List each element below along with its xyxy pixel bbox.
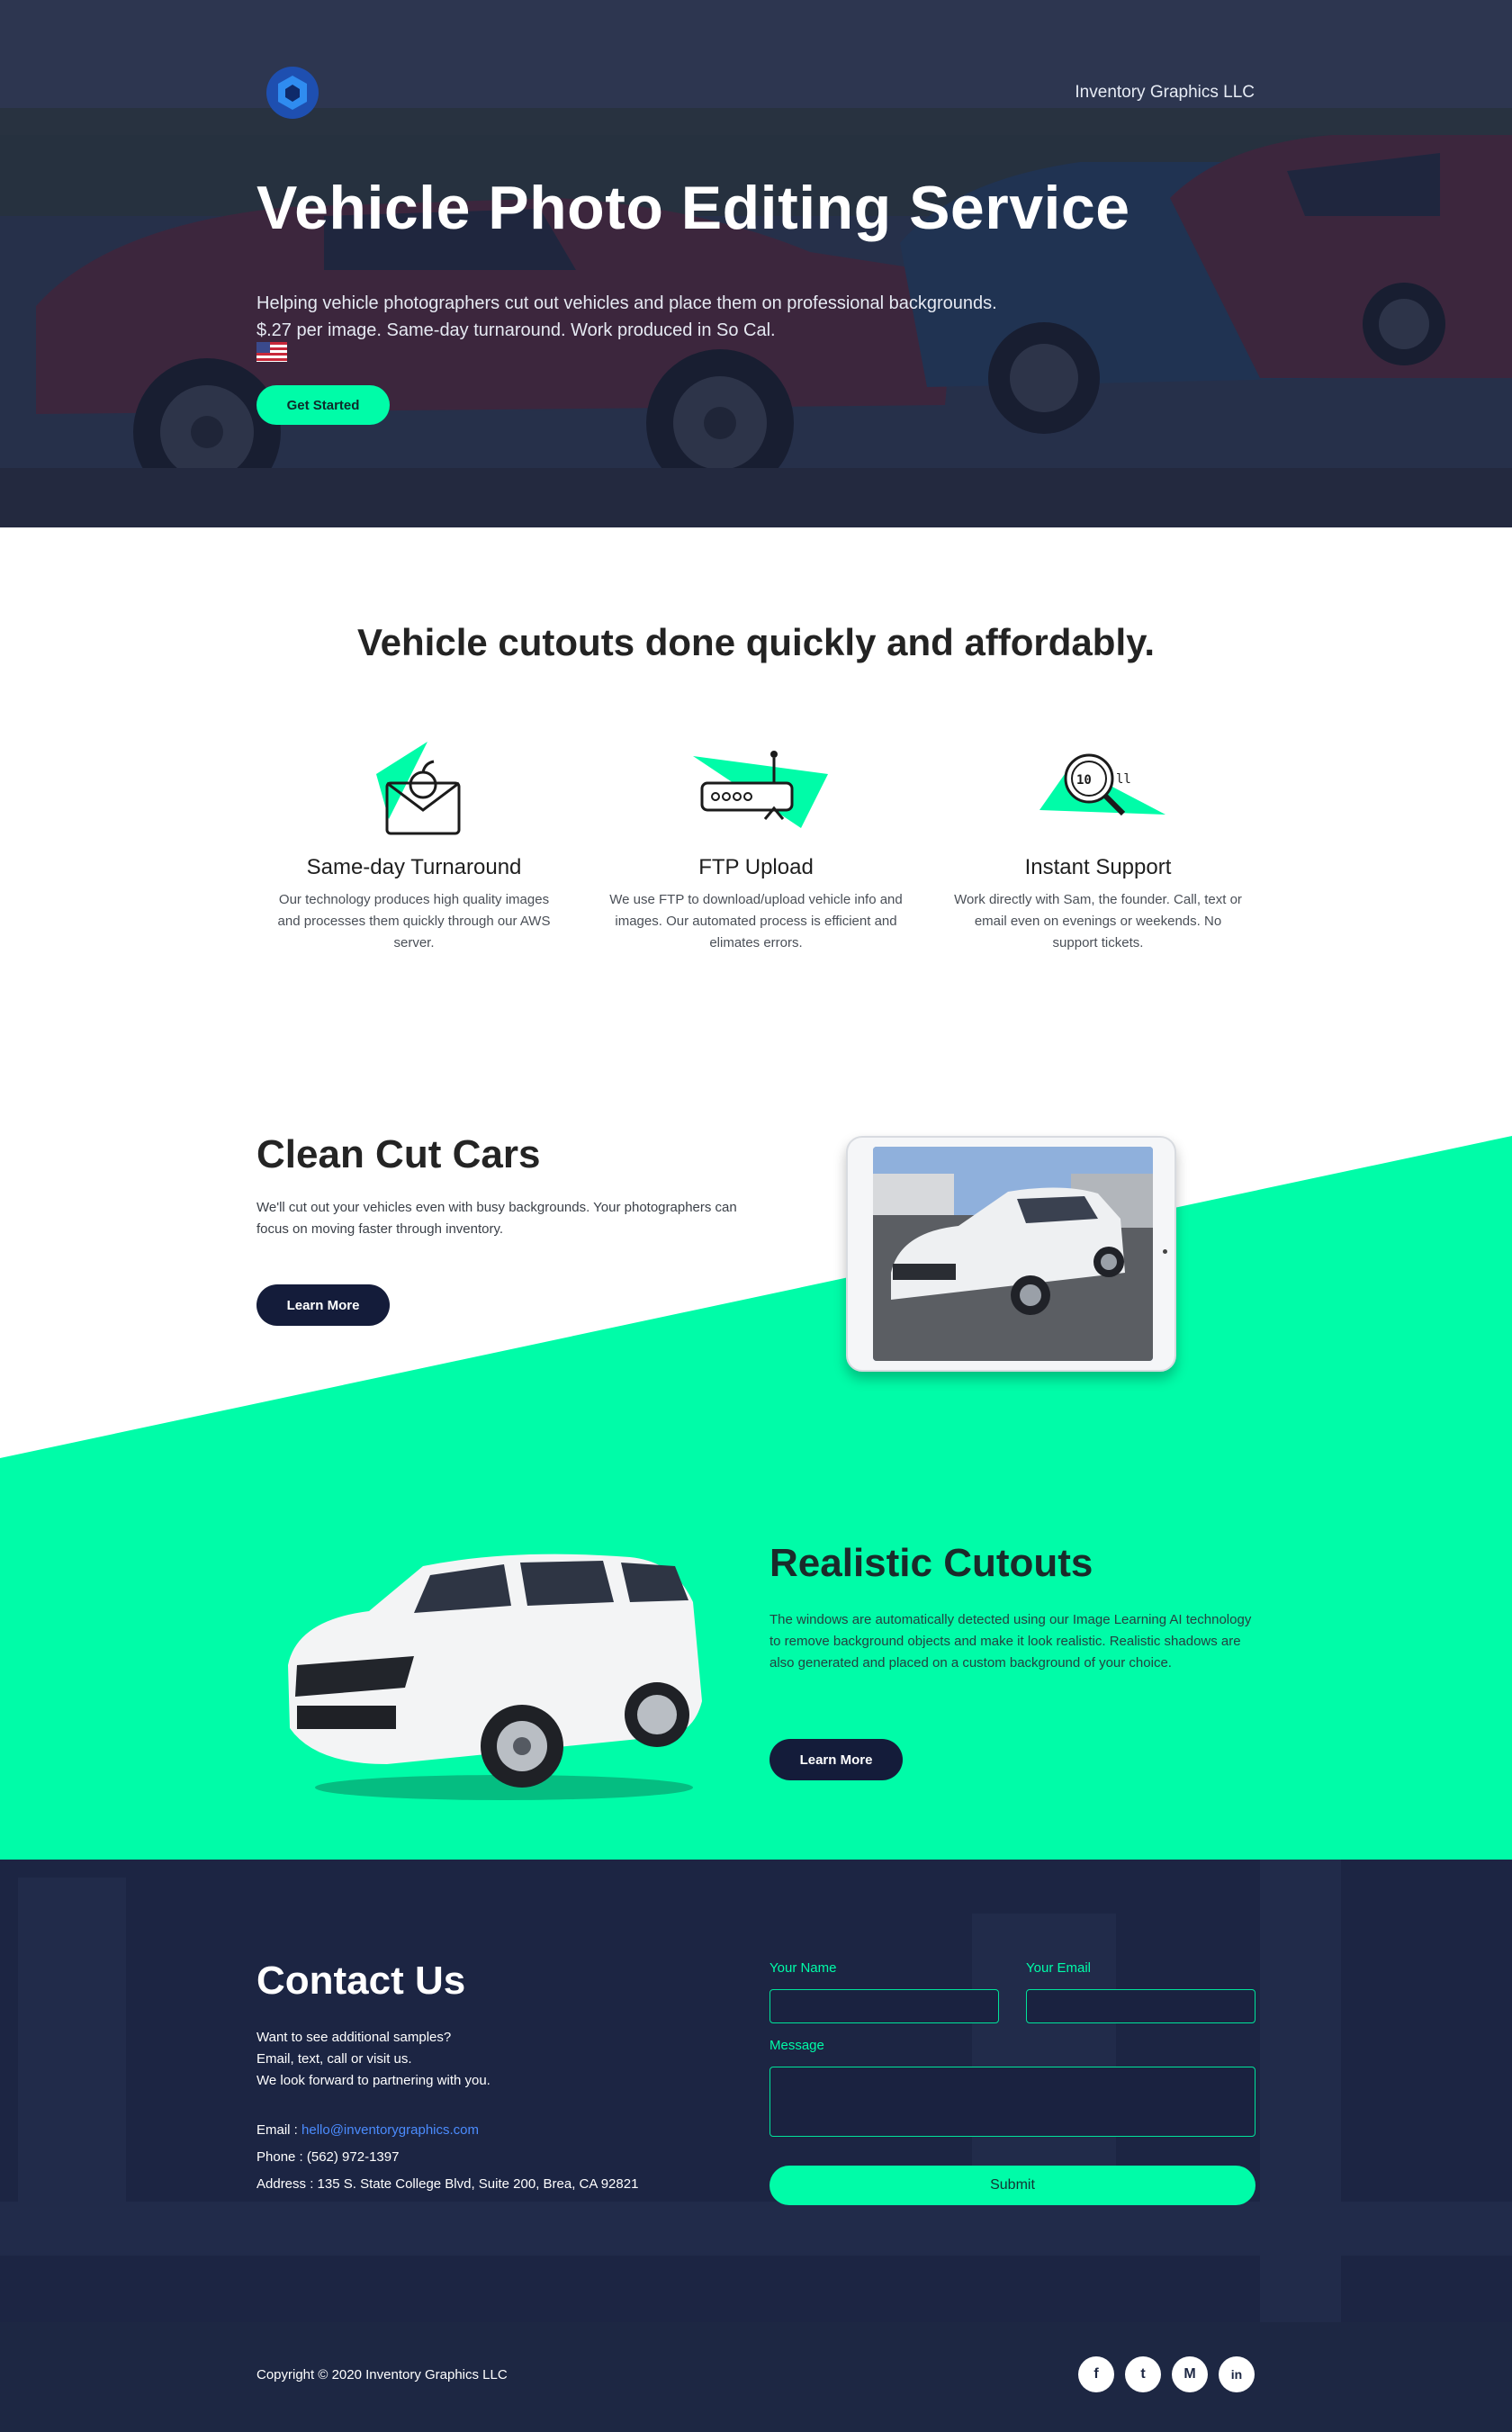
contact-phone: Phone : (562) 972-1397 — [256, 2149, 400, 2165]
medium-icon[interactable]: M — [1172, 2356, 1208, 2392]
feature-title: Instant Support — [1024, 855, 1172, 879]
contact-info: Email : hello@inventorygraphics.com Phon… — [256, 2117, 638, 2198]
contact-title: Contact Us — [256, 1959, 466, 2003]
contact-address: Address : 135 S. State College Blvd, Sui… — [256, 2176, 639, 2192]
email-field[interactable] — [1026, 1989, 1256, 2023]
magnifier-binary-icon: 10 ll — [1040, 753, 1166, 816]
hero-subtitle-line2: $.27 per image. Same-day turnaround. Wor… — [256, 320, 776, 340]
hero-section: Inventory Graphics LLC Vehicle Photo Edi… — [0, 0, 1512, 527]
car-cutout-image — [288, 1554, 702, 1800]
hero-overlay — [0, 0, 1512, 527]
features-title: Vehicle cutouts done quickly and afforda… — [356, 621, 1156, 663]
feature-ftp-upload: FTP Upload We use FTP to download/upload… — [603, 738, 909, 954]
hexagon-logo-icon[interactable] — [266, 67, 319, 119]
realistic-cutouts-title: Realistic Cutouts — [770, 1541, 1094, 1585]
feature-title: FTP Upload — [698, 855, 814, 879]
clean-cut-title: Clean Cut Cars — [256, 1132, 541, 1176]
contact-email-row: Email : hello@inventorygraphics.com — [256, 2117, 638, 2144]
contact-background — [0, 1860, 1512, 2322]
submit-button[interactable]: Submit — [770, 2166, 1256, 2205]
clean-cut-text: We'll cut out your vehicles even with bu… — [256, 1200, 737, 1237]
contact-intro-line: We look forward to partnering with you. — [256, 2073, 490, 2088]
tablet-camera — [1163, 1249, 1167, 1254]
email-field-label: Your Email — [1026, 1960, 1091, 1976]
feature-same-day: Same-day Turnaround Our technology produ… — [261, 738, 567, 954]
brand-name[interactable]: Inventory Graphics LLC — [1075, 83, 1255, 103]
tablet-car-photo — [873, 1147, 1153, 1361]
contact-section: Contact Us Want to see additional sample… — [0, 1860, 1512, 2322]
envelope-bomb-icon — [376, 742, 461, 835]
contact-intro: Want to see additional samples? Email, t… — [256, 2027, 490, 2092]
hero-subtitle-line1: Helping vehicle photographers cut out ve… — [256, 293, 997, 313]
name-field-label: Your Name — [770, 1960, 837, 1976]
contact-intro-line: Email, text, call or visit us. — [256, 2051, 412, 2067]
svg-text:10: 10 — [1076, 773, 1092, 788]
linkedin-icon[interactable]: in — [1219, 2356, 1255, 2392]
copyright: Copyright © 2020 Inventory Graphics LLC — [256, 2367, 508, 2382]
hero-title: Vehicle Photo Editing Service — [256, 174, 1130, 242]
message-field[interactable] — [770, 2067, 1256, 2137]
learn-more-button[interactable]: Learn More — [770, 1739, 903, 1780]
facebook-icon[interactable]: f — [1078, 2356, 1114, 2392]
router-upload-icon — [693, 751, 828, 828]
realistic-cutouts-text: The windows are automatically detected u… — [770, 1612, 1252, 1671]
feature-instant-support: 10 ll Instant Support Work directly with… — [945, 738, 1251, 954]
svg-text:ll: ll — [1116, 772, 1131, 787]
tablet-mockup — [846, 1136, 1176, 1372]
learn-more-button[interactable]: Learn More — [256, 1284, 390, 1326]
get-started-button[interactable]: Get Started — [256, 385, 390, 425]
contact-email-link[interactable]: hello@inventorygraphics.com — [302, 2122, 479, 2138]
us-flag-icon — [256, 342, 287, 362]
name-field[interactable] — [770, 1989, 999, 2023]
contact-intro-line: Want to see additional samples? — [256, 2030, 452, 2045]
feature-text: Work directly with Sam, the founder. Cal… — [954, 892, 1242, 950]
message-field-label: Message — [770, 2038, 824, 2053]
feature-title: Same-day Turnaround — [306, 855, 522, 879]
footer: Copyright © 2020 Inventory Graphics LLC … — [0, 2322, 1512, 2432]
hero-subtitle: Helping vehicle photographers cut out ve… — [256, 290, 997, 344]
twitter-icon[interactable]: t — [1125, 2356, 1161, 2392]
feature-text: Our technology produces high quality ima… — [277, 892, 551, 950]
contact-email-label: Email : — [256, 2122, 302, 2138]
feature-text: We use FTP to download/upload vehicle in… — [609, 892, 903, 950]
